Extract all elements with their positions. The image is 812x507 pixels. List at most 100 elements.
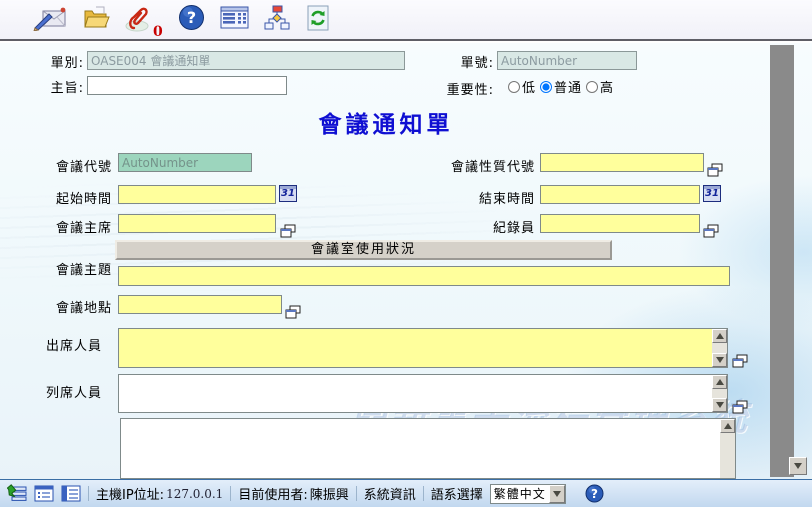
scroll-up-button[interactable]: [720, 419, 735, 433]
importance-radio-group: 低 普通 高: [508, 77, 614, 96]
scroll-down-button[interactable]: [712, 353, 727, 367]
room-status-button[interactable]: 會議室使用狀況: [115, 240, 612, 260]
svg-text:?: ?: [187, 8, 196, 27]
form-area: ✓ 鼎新電子流程管理系統 單別: 單號: 主旨: 重要性: 低 普通 高 會議通…: [0, 43, 812, 479]
recorder-label: 紀錄員: [418, 217, 535, 236]
popup-window-icon: [703, 224, 719, 238]
location-input[interactable]: [118, 295, 282, 314]
location-label: 會議地點: [20, 297, 112, 316]
start-time-input[interactable]: [118, 185, 276, 204]
panel-view-button[interactable]: [61, 484, 81, 503]
statusbar-divider: [356, 486, 357, 501]
observers-label: 列席人員: [26, 382, 102, 401]
end-time-label: 結束時間: [418, 188, 535, 207]
up-arrow-icon: [724, 423, 732, 429]
current-user-value: 陳振興: [310, 484, 349, 503]
meeting-type-lookup-button[interactable]: [707, 163, 723, 177]
popup-window-icon: [732, 400, 748, 414]
help-icon: ?: [178, 4, 205, 35]
help-icon: ?: [585, 484, 604, 503]
topic-label: 會議主題: [18, 259, 112, 278]
up-arrow-icon: [716, 333, 724, 339]
statusbar-divider: [230, 486, 231, 501]
start-time-label: 起始時間: [20, 188, 112, 207]
meeting-code-label: 會議代號: [20, 156, 112, 175]
refresh-button[interactable]: [306, 5, 330, 35]
page-title: 會議通知單: [0, 105, 772, 139]
observers-input[interactable]: [119, 375, 712, 412]
recorder-lookup-button[interactable]: [703, 224, 719, 238]
subject-input[interactable]: [87, 76, 287, 95]
flow-chart-button[interactable]: [264, 5, 291, 35]
popup-window-icon: [280, 224, 296, 238]
importance-option-high: 高: [586, 77, 614, 96]
chairman-label: 會議主席: [20, 217, 112, 236]
chevron-down-icon: [553, 491, 561, 497]
scroll-up-button[interactable]: [712, 329, 727, 343]
window-list-icon: [34, 484, 54, 503]
importance-radio-normal[interactable]: [540, 81, 552, 93]
status-bar: 主機IP位址:127.0.0.1 目前使用者:陳振興 系統資訊 語系選擇 繁體中…: [0, 479, 812, 507]
start-time-calendar-button[interactable]: 31: [279, 185, 297, 202]
observers-textarea[interactable]: [118, 374, 728, 413]
meeting-code-field: [118, 153, 252, 172]
language-select-value: 繁體中文: [491, 485, 549, 502]
topic-input[interactable]: [118, 266, 730, 286]
attachment-count-badge: 0: [153, 24, 163, 40]
svg-text:?: ?: [591, 487, 598, 501]
open-folder-button[interactable]: [82, 5, 110, 35]
attendees-input[interactable]: [119, 329, 712, 367]
attendees-scrollbar[interactable]: [712, 329, 727, 367]
dropdown-button[interactable]: [549, 485, 565, 503]
statusbar-divider: [88, 486, 89, 501]
observers-lookup-button[interactable]: [732, 400, 748, 414]
window-list-button[interactable]: [34, 484, 54, 503]
chairman-input[interactable]: [118, 214, 276, 233]
remarks-input[interactable]: [121, 419, 720, 478]
statusbar-help-button[interactable]: ?: [585, 484, 604, 503]
attendees-lookup-button[interactable]: [732, 354, 748, 368]
send-mail-button[interactable]: [33, 5, 67, 35]
popup-window-icon: [707, 163, 723, 177]
attachment-button[interactable]: 0: [125, 4, 163, 36]
remarks-textarea[interactable]: [120, 418, 736, 479]
up-arrow-icon: [716, 379, 724, 385]
end-time-input[interactable]: [540, 185, 700, 204]
down-arrow-icon: [716, 402, 724, 408]
data-browse-button[interactable]: [220, 5, 249, 34]
export-icon: [7, 484, 27, 503]
system-info-link[interactable]: 系統資訊: [364, 484, 416, 503]
language-select[interactable]: 繁體中文: [490, 484, 566, 504]
importance-option-low: 低: [508, 77, 536, 96]
popup-window-icon: [285, 305, 301, 319]
down-arrow-icon: [794, 463, 802, 469]
language-select-label: 語系選擇: [431, 484, 483, 503]
recorder-input[interactable]: [540, 214, 700, 233]
meeting-type-code-input[interactable]: [540, 153, 704, 172]
open-folder-icon: [82, 5, 110, 35]
observers-scrollbar[interactable]: [712, 375, 727, 412]
export-view-button[interactable]: [7, 484, 27, 503]
help-button[interactable]: ?: [178, 4, 205, 35]
attachment-icon: [125, 4, 151, 36]
subject-label: 主旨:: [18, 77, 84, 96]
doc-no-field: [497, 51, 637, 70]
scroll-down-button[interactable]: [712, 398, 727, 412]
end-time-calendar-button[interactable]: 31: [703, 185, 721, 202]
importance-radio-high[interactable]: [586, 81, 598, 93]
right-scrollbar-track[interactable]: [770, 45, 794, 477]
popup-window-icon: [732, 354, 748, 368]
chairman-lookup-button[interactable]: [280, 224, 296, 238]
down-arrow-icon: [716, 357, 724, 363]
scroll-up-button[interactable]: [712, 375, 727, 389]
importance-label: 重要性:: [420, 79, 494, 98]
window-scroll-down-button[interactable]: [789, 457, 807, 475]
doc-type-label: 單別:: [18, 52, 84, 71]
importance-radio-low[interactable]: [508, 81, 520, 93]
send-mail-icon: [33, 5, 67, 35]
toolbar: 0 ?: [0, 0, 812, 41]
doc-no-label: 單號:: [428, 52, 494, 71]
location-lookup-button[interactable]: [285, 305, 301, 319]
remarks-scrollbar[interactable]: [720, 419, 735, 478]
attendees-textarea[interactable]: [118, 328, 728, 368]
